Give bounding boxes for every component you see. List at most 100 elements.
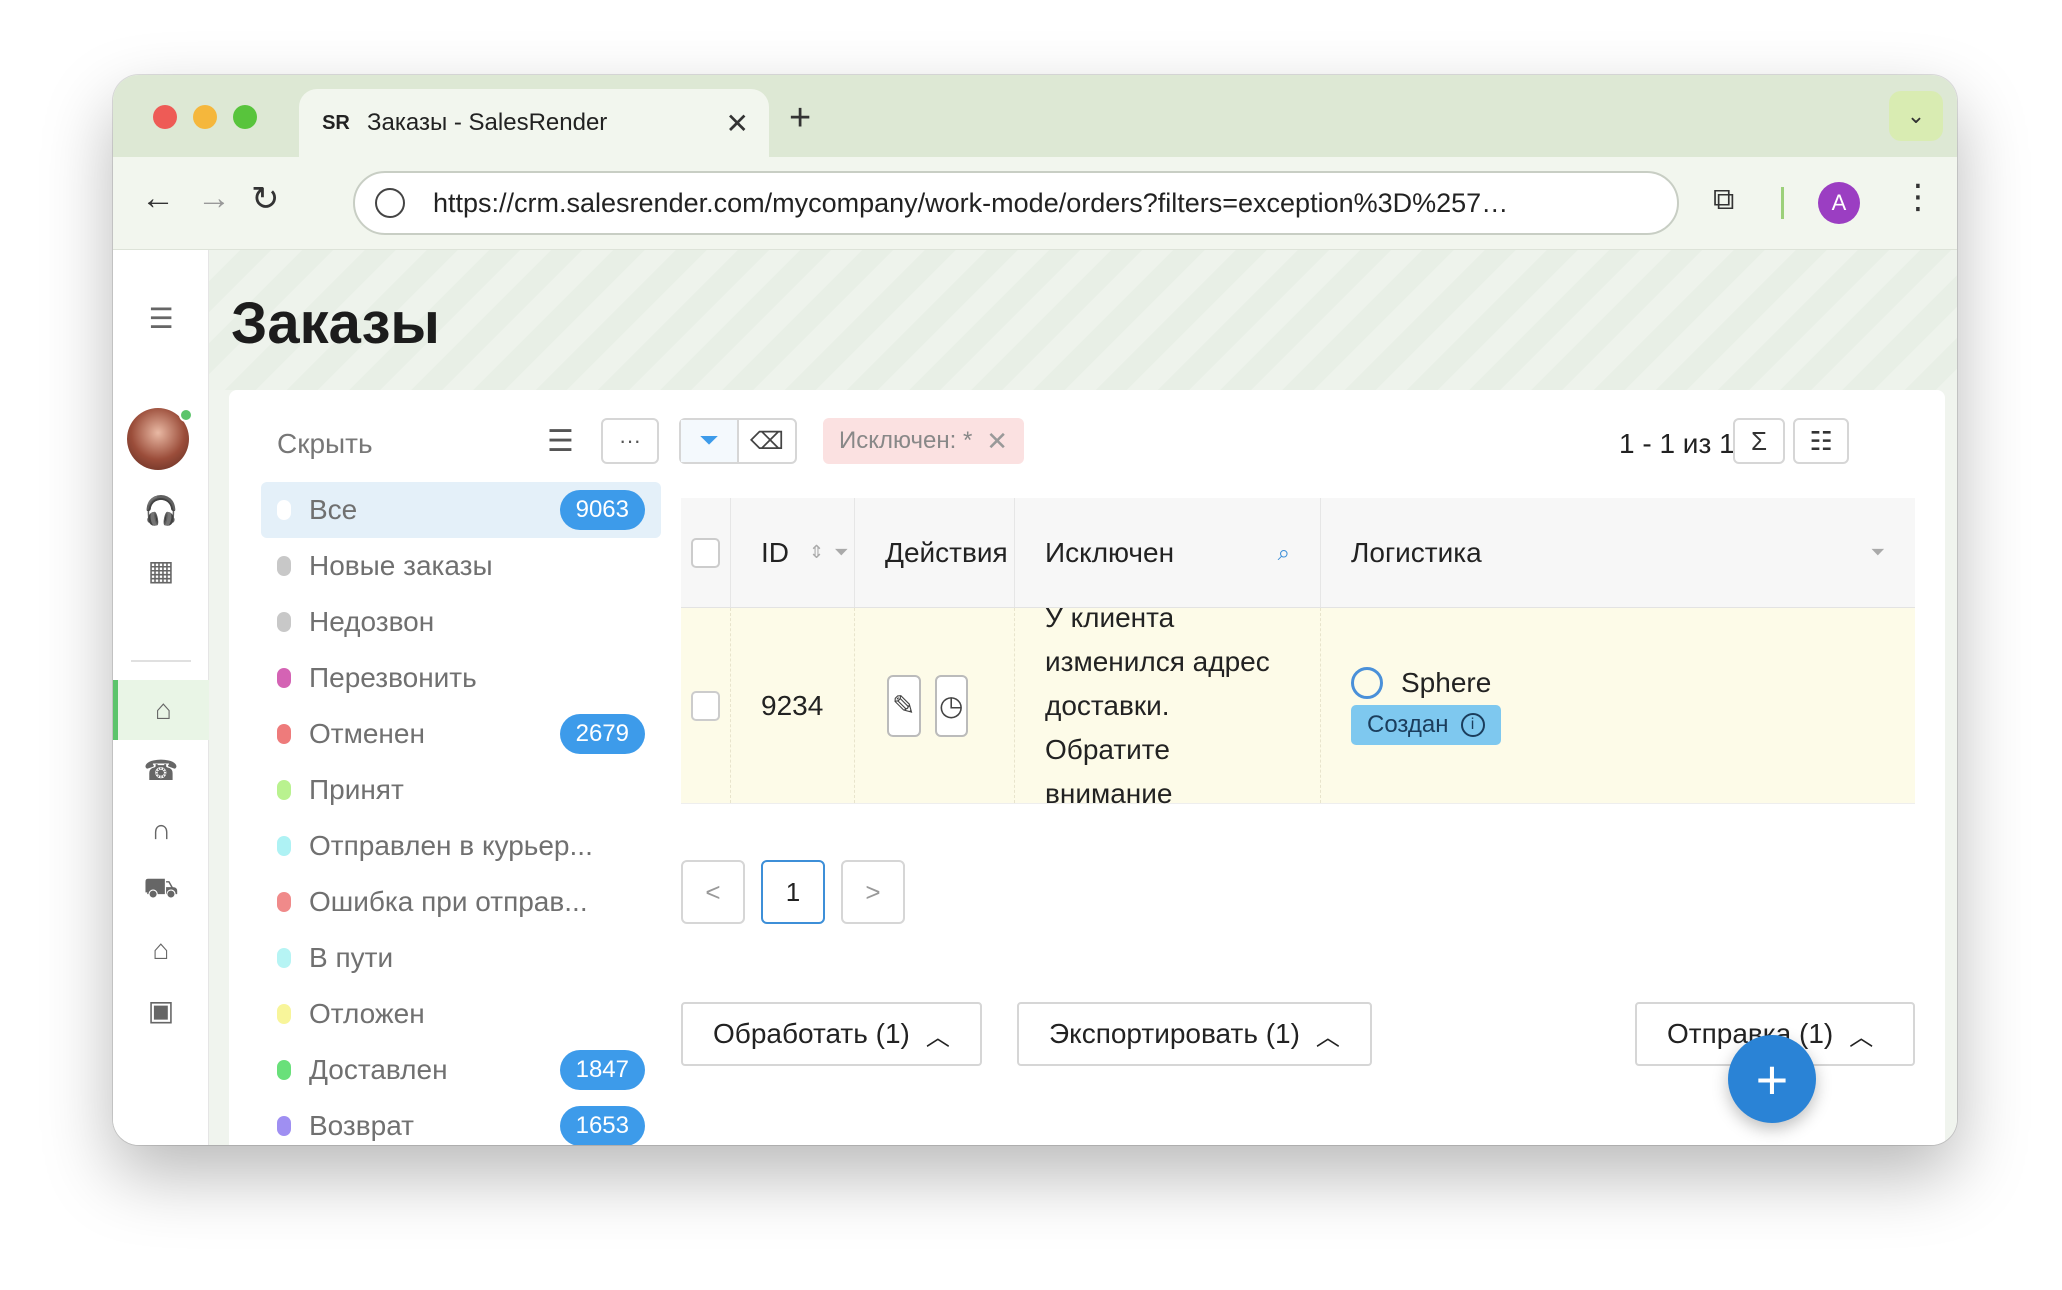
contacts-icon[interactable]: ▣ xyxy=(113,980,209,1040)
online-status-dot xyxy=(179,408,193,422)
order-id[interactable]: 9234 xyxy=(731,608,855,803)
history-clock-icon[interactable]: ◷ xyxy=(934,674,968,737)
side-navigation: ☰ 🎧 ▦ ⌂ ☎ ∩ ⛟ ⌂ ▣ xyxy=(113,250,209,1145)
close-window-button[interactable] xyxy=(153,105,177,129)
remove-filter-icon[interactable]: ✕ xyxy=(986,426,1008,457)
status-item-sent-to-courier[interactable]: Отправлен в курьер... xyxy=(261,818,661,874)
column-header-logistics[interactable]: Логистика ⏷ xyxy=(1321,498,1915,607)
orders-store-icon[interactable]: ⌂ xyxy=(113,680,209,740)
minimize-window-button[interactable] xyxy=(193,105,217,129)
logistics-status-badge[interactable]: Создан i xyxy=(1351,704,1501,745)
export-button[interactable]: Экспортировать (1) ︿ xyxy=(1017,1002,1372,1066)
sum-totals-icon[interactable]: Σ xyxy=(1733,418,1785,464)
status-item-callback[interactable]: Перезвонить xyxy=(261,650,661,706)
status-label: Возврат xyxy=(309,1110,414,1141)
status-color-dot xyxy=(277,780,291,800)
status-count-badge: 1847 xyxy=(559,1050,645,1090)
collapse-list-icon[interactable]: ☰ xyxy=(547,424,574,459)
status-item-cancelled[interactable]: Отменен 2679 xyxy=(261,706,661,762)
status-item-accepted[interactable]: Принят xyxy=(261,762,661,818)
browser-menu-icon[interactable]: ⋮ xyxy=(1901,177,1935,217)
status-count-badge: 9063 xyxy=(559,490,645,530)
status-label: Новые заказы xyxy=(309,550,493,581)
select-all-checkbox[interactable] xyxy=(691,537,720,568)
headset-icon[interactable]: 🎧 xyxy=(113,480,209,540)
row-checkbox[interactable] xyxy=(691,690,720,721)
chevron-up-icon: ︿ xyxy=(1849,1023,1874,1051)
back-icon[interactable]: ← xyxy=(141,179,175,218)
status-label: Ошибка при отправ... xyxy=(309,886,588,917)
status-color-dot xyxy=(277,836,291,856)
status-item-send-error[interactable]: Ошибка при отправ... xyxy=(261,874,661,930)
tab-search-button[interactable]: ⌄ xyxy=(1889,91,1943,141)
column-filter-icon[interactable]: ⏷ xyxy=(1871,542,1885,563)
sort-icon[interactable]: ⇕ xyxy=(809,542,824,563)
status-item-all[interactable]: Все 9063 xyxy=(261,482,661,538)
forward-icon[interactable]: → xyxy=(197,179,231,218)
status-item-in-transit[interactable]: В пути xyxy=(261,930,661,986)
site-info-icon[interactable] xyxy=(375,188,405,218)
status-item-delivered[interactable]: Доставлен 1847 xyxy=(261,1042,661,1098)
prev-page-button[interactable]: < xyxy=(681,860,745,924)
process-label: Обработать (1) xyxy=(713,1018,910,1049)
operator-headset-icon[interactable]: ∩ xyxy=(113,800,209,860)
profile-avatar[interactable]: A xyxy=(1818,182,1860,224)
column-settings-icon[interactable]: ☷ xyxy=(1793,418,1849,464)
maximize-window-button[interactable] xyxy=(233,105,257,129)
column-header-id[interactable]: ID ⇕ ⏷ xyxy=(731,498,855,607)
phone-calls-icon[interactable]: ☎ xyxy=(113,740,209,800)
filter-chip-label: Исключен: * xyxy=(839,427,973,454)
chevron-up-icon: ︿ xyxy=(1315,1023,1340,1051)
page-button-1[interactable]: 1 xyxy=(761,860,825,924)
status-label: В пути xyxy=(309,942,394,973)
globe-icon xyxy=(1351,666,1383,699)
reload-icon[interactable]: ↻ xyxy=(251,179,280,219)
process-button[interactable]: Обработать (1) ︿ xyxy=(681,1002,982,1066)
browser-tab[interactable]: SR Заказы - SalesRender ✕ xyxy=(299,89,769,157)
column-header-exception[interactable]: Исключен ⌕ xyxy=(1015,498,1321,607)
logistics-provider: Sphere xyxy=(1351,666,1492,699)
building-icon[interactable]: ▦ xyxy=(113,540,209,600)
menu-toggle-icon[interactable]: ☰ xyxy=(113,288,209,348)
logistics-name: Sphere xyxy=(1401,666,1492,698)
warehouse-icon[interactable]: ⌂ xyxy=(113,920,209,980)
status-item-no-answer[interactable]: Недозвон xyxy=(261,594,661,650)
status-color-dot xyxy=(277,948,291,968)
column-filter-icon[interactable]: ⏷ xyxy=(834,542,848,563)
status-label: Недозвон xyxy=(309,606,435,637)
delivery-truck-icon[interactable]: ⛟ xyxy=(113,860,209,920)
info-icon[interactable]: i xyxy=(1460,712,1485,737)
export-label: Экспортировать (1) xyxy=(1049,1018,1300,1049)
new-tab-button[interactable]: + xyxy=(789,97,811,140)
orders-table: ID ⇕ ⏷ Действия Исключен ⌕ Логистика ⏷ 9… xyxy=(681,498,1915,809)
table-row[interactable]: 9234 ✎ ◷ У клиента изменился адрес доста… xyxy=(681,602,1915,809)
filter-button-group: ⏷ ⌫ xyxy=(679,418,797,464)
add-order-button[interactable]: + xyxy=(1728,1035,1816,1123)
select-all-cell xyxy=(681,498,731,607)
status-color-dot xyxy=(277,892,291,912)
address-bar[interactable]: https://crm.salesrender.com/mycompany/wo… xyxy=(353,171,1679,235)
hide-panel-label[interactable]: Скрыть xyxy=(277,428,373,460)
status-count-badge: 1653 xyxy=(559,1106,645,1145)
table-header: ID ⇕ ⏷ Действия Исключен ⌕ Логистика ⏷ xyxy=(681,498,1915,608)
tab-close-icon[interactable]: ✕ xyxy=(726,107,749,140)
filter-icon[interactable]: ⏷ xyxy=(681,420,739,462)
page-title: Заказы xyxy=(231,291,440,356)
status-color-dot xyxy=(277,1116,291,1136)
header-banner xyxy=(209,250,1957,390)
status-item-return[interactable]: Возврат 1653 xyxy=(261,1098,661,1145)
tab-bar: SR Заказы - SalesRender ✕ + ⌄ xyxy=(113,75,1957,157)
chevron-up-icon: ︿ xyxy=(925,1023,950,1051)
more-options-button[interactable]: ··· xyxy=(601,418,659,464)
edit-pencil-icon[interactable]: ✎ xyxy=(887,674,921,737)
next-page-button[interactable]: > xyxy=(841,860,905,924)
extensions-icon[interactable]: ⧉ xyxy=(1713,183,1734,217)
status-color-dot xyxy=(277,1060,291,1080)
active-filter-chip[interactable]: Исключен: * ✕ xyxy=(823,418,1025,464)
clear-filters-icon[interactable]: ⌫ xyxy=(739,420,795,462)
status-item-new[interactable]: Новые заказы xyxy=(261,538,661,594)
status-item-postponed[interactable]: Отложен xyxy=(261,986,661,1042)
column-search-icon[interactable]: ⌕ xyxy=(1278,540,1290,566)
column-label: Исключен xyxy=(1045,536,1175,568)
exception-cell: У клиента изменился адрес доставки. Обра… xyxy=(1015,602,1321,809)
